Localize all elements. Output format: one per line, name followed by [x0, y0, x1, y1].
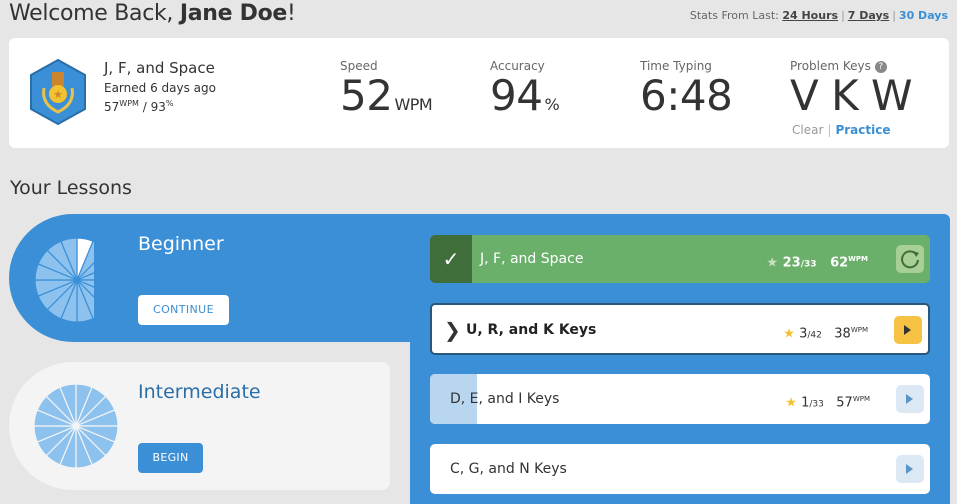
badge-title: J, F, and Space — [104, 59, 215, 77]
lesson-name: J, F, and Space — [480, 251, 584, 267]
lesson-name: D, E, and I Keys — [450, 391, 560, 407]
stat-time-typing: Time Typing 6:48 — [640, 59, 733, 120]
star-icon: ★ — [783, 326, 795, 342]
begin-button[interactable]: BEGIN — [138, 443, 203, 473]
badge-accuracy: 93 — [150, 100, 166, 114]
lesson-row-current[interactable]: ❯ U, R, and K Keys ★ 3/42 38WPM — [430, 303, 930, 355]
speed-value: 52 WPM — [340, 75, 433, 126]
lesson-wpm: 38 — [834, 326, 851, 342]
accuracy-value: 94% — [490, 75, 560, 126]
lesson-row-in-progress[interactable]: D, E, and I Keys ★ 1/33 57WPM — [430, 374, 930, 424]
intermediate-progress-pie — [33, 383, 119, 469]
badge-accuracy-unit: % — [165, 99, 174, 108]
your-lessons-heading: Your Lessons — [10, 177, 132, 199]
intermediate-title: Intermediate — [138, 381, 261, 403]
range-separator: | — [892, 9, 896, 22]
badge-wpm: 57 — [104, 100, 120, 114]
lesson-name: U, R, and K Keys — [466, 322, 597, 338]
play-button[interactable] — [896, 455, 924, 483]
stats-from-label: Stats From Last: — [689, 9, 779, 22]
speed-unit: WPM — [394, 95, 433, 114]
lesson-wpm: 57 — [836, 395, 853, 411]
accuracy-unit: % — [544, 95, 560, 114]
badge-separator: / — [138, 100, 151, 114]
chevron-right-icon: ❯ — [444, 318, 461, 342]
lesson-wpm-unit: WPM — [852, 395, 870, 403]
lesson-meta: ★ 1/33 57WPM — [785, 374, 870, 424]
replay-button[interactable] — [896, 245, 924, 273]
star-icon: ★ — [785, 395, 797, 411]
beginner-title: Beginner — [138, 233, 224, 255]
stat-accuracy: Accuracy 94% — [490, 59, 560, 126]
clear-problem-keys-link[interactable]: Clear — [792, 123, 823, 137]
play-icon — [906, 394, 913, 404]
range-separator: | — [841, 9, 845, 22]
welcome-suffix: ! — [287, 1, 296, 26]
stats-range-selector: Stats From Last: 24 Hours | 7 Days | 30 Days — [690, 9, 948, 22]
play-button[interactable] — [894, 316, 922, 344]
range-24-hours-link[interactable]: 24 Hours — [782, 9, 838, 22]
lesson-wpm: 62 — [830, 255, 849, 271]
welcome-prefix: Welcome Back, — [9, 1, 180, 26]
star-icon: ★ — [766, 255, 779, 271]
play-icon — [904, 325, 911, 335]
actions-separator: | — [827, 123, 832, 137]
badge-earned-date: Earned 6 days ago — [104, 81, 216, 95]
lesson-stars: 23 — [782, 255, 801, 271]
beginner-progress-pie — [34, 237, 94, 323]
time-typing-value: 6:48 — [640, 71, 733, 120]
lesson-name: C, G, and N Keys — [450, 461, 567, 477]
speed-number: 52 — [340, 71, 393, 120]
stats-card: ★ J, F, and Space Earned 6 days ago 57WP… — [9, 38, 949, 148]
stat-speed: Speed 52 WPM — [340, 59, 433, 126]
badge-wpm-unit: WPM — [119, 99, 139, 108]
badge-stats: 57WPM / 93% — [104, 99, 173, 114]
welcome-heading: Welcome Back, Jane Doe! — [9, 1, 296, 26]
range-7-days-link[interactable]: 7 Days — [848, 9, 889, 22]
problem-keys-value: V K W — [790, 71, 913, 120]
practice-problem-keys-link[interactable]: Practice — [835, 123, 890, 137]
continue-button[interactable]: CONTINUE — [138, 295, 229, 325]
accuracy-number: 94 — [490, 71, 543, 120]
lesson-wpm-unit: WPM — [850, 326, 868, 334]
user-name: Jane Doe — [179, 1, 287, 26]
lesson-stars-total: /33 — [809, 399, 824, 410]
checkmark-icon: ✓ — [430, 235, 472, 283]
lesson-meta: ★ 23/33 62WPM — [766, 235, 868, 283]
lesson-wpm-unit: WPM — [848, 255, 868, 263]
range-30-days-link[interactable]: 30 Days — [899, 9, 948, 22]
lesson-row-not-started[interactable]: C, G, and N Keys — [430, 444, 930, 494]
lesson-meta: ★ 3/42 38WPM — [783, 305, 868, 353]
lesson-row-completed[interactable]: ✓ J, F, and Space ★ 23/33 62WPM — [430, 235, 930, 283]
lesson-stars-total: /42 — [807, 330, 822, 341]
play-button[interactable] — [896, 385, 924, 413]
lesson-stars-total: /33 — [800, 259, 817, 270]
replay-icon — [901, 250, 919, 269]
svg-text:★: ★ — [53, 88, 63, 101]
stat-problem-keys: Problem Keys ? V K W Clear | Practice — [790, 59, 913, 137]
play-icon — [906, 464, 913, 474]
medal-badge-icon: ★ — [30, 58, 86, 126]
